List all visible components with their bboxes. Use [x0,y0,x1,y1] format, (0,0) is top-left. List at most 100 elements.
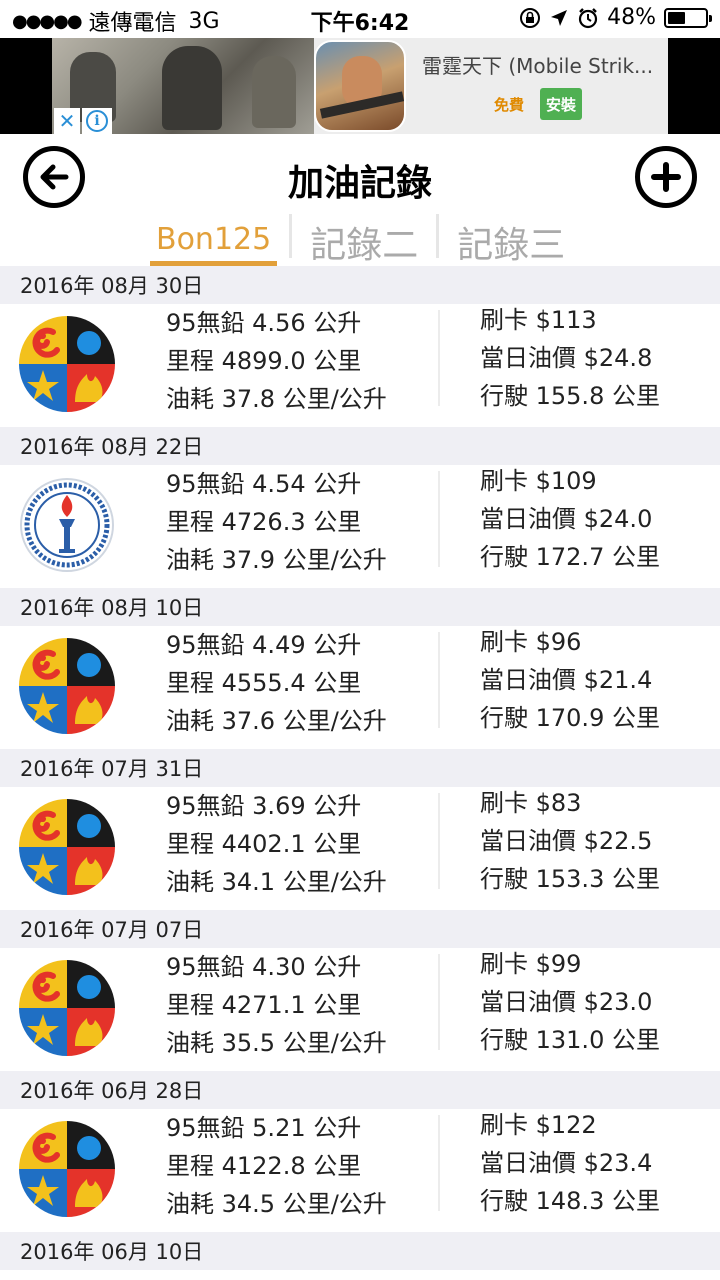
battery-fill [668,11,686,24]
ad-app-icon[interactable] [314,40,406,132]
record-left-column: 95無鉛 3.69 公升 里程 4402.1 公里 油耗 34.1 公里/公升 [166,787,387,901]
alarm-clock-icon [578,7,598,28]
mileage: 里程 4726.3 公里 [166,508,362,536]
column-divider [438,471,440,567]
fuel-amount: 95無鉛 4.49 公升 [166,631,362,659]
status-right: 48% [519,5,712,30]
fuel-record[interactable]: 95無鉛 3.69 公升 里程 4402.1 公里 油耗 34.1 公里/公升 … [0,787,720,910]
tab-divider [289,214,293,258]
ad-photo-figure [252,56,296,128]
distance-driven: 行駛 172.7 公里 [480,543,660,571]
date-header: 2016年 08月 10日 [0,588,720,626]
date-header: 2016年 07月 07日 [0,910,720,948]
location-arrow-icon [551,9,568,26]
payment: 刷卡 $113 [480,306,597,334]
fuel-consumption: 油耗 37.9 公里/公升 [166,546,387,574]
daily-fuel-price: 當日油價 $23.0 [480,988,653,1016]
daily-fuel-price: 當日油價 $23.4 [480,1149,653,1177]
ad-close-icon[interactable]: ✕ [54,108,80,134]
column-divider [438,1115,440,1211]
distance-driven: 行駛 155.8 公里 [480,382,660,410]
mileage: 里程 4271.1 公里 [166,991,362,1019]
daily-fuel-price: 當日油價 $22.5 [480,827,653,855]
ad-photo-figure [162,46,222,130]
formosa-station-logo-icon [19,960,115,1056]
record-left-column: 95無鉛 5.21 公升 里程 4122.8 公里 油耗 34.5 公里/公升 [166,1109,387,1223]
record-left-column: 95無鉛 4.49 公升 里程 4555.4 公里 油耗 37.6 公里/公升 [166,626,387,740]
ad-info-icon[interactable]: i [82,108,112,134]
fuel-amount: 95無鉛 5.21 公升 [166,1114,362,1142]
column-divider [438,310,440,406]
record-right-column: 刷卡 $122 當日油價 $23.4 行駛 148.3 公里 [480,1106,660,1220]
payment: 刷卡 $99 [480,950,582,978]
fuel-record[interactable]: 95無鉛 4.30 公升 里程 4271.1 公里 油耗 35.5 公里/公升 … [0,948,720,1071]
record-right-column: 刷卡 $83 當日油價 $22.5 行駛 153.3 公里 [480,784,660,898]
ad-title[interactable]: 雷霆天下 (Mobile Strik... [422,50,653,79]
fuel-amount: 95無鉛 4.56 公升 [166,309,362,337]
distance-driven: 行駛 153.3 公里 [480,865,660,893]
distance-driven: 行駛 131.0 公里 [480,1026,660,1054]
fuel-record[interactable]: 95無鉛 4.49 公升 里程 4555.4 公里 油耗 37.6 公里/公升 … [0,626,720,749]
fuel-consumption: 油耗 34.1 公里/公升 [166,868,387,896]
daily-fuel-price: 當日油價 $21.4 [480,666,653,694]
mileage: 里程 4402.1 公里 [166,830,362,858]
formosa-station-logo-icon [19,638,115,734]
mileage: 里程 4122.8 公里 [166,1152,362,1180]
record-left-column: 95無鉛 4.54 公升 里程 4726.3 公里 油耗 37.9 公里/公升 [166,465,387,579]
fuel-record[interactable]: 95無鉛 4.54 公升 里程 4726.3 公里 油耗 37.9 公里/公升 … [0,465,720,588]
date-header: 2016年 06月 28日 [0,1071,720,1109]
tab-record-2[interactable]: 記錄二 [304,210,424,266]
plus-icon [651,162,681,192]
fuel-amount: 95無鉛 3.69 公升 [166,792,362,820]
daily-fuel-price: 當日油價 $24.0 [480,505,653,533]
payment: 刷卡 $83 [480,789,582,817]
ad-free-label: 免費 [494,96,525,114]
record-tabs: Bon125 記錄二 記錄三 [150,210,571,266]
column-divider [438,793,440,889]
record-right-column: 刷卡 $113 當日油價 $24.8 行駛 155.8 公里 [480,301,660,415]
battery-percent: 48% [607,5,656,30]
fuel-record[interactable]: 95無鉛 5.21 公升 里程 4122.8 公里 油耗 34.5 公里/公升 … [0,1109,720,1232]
header: 加油記錄 Bon125 記錄二 記錄三 [0,134,720,266]
tab-bon125[interactable]: Bon125 [150,210,278,266]
fuel-amount: 95無鉛 4.54 公升 [166,470,362,498]
page-title: 加油記錄 [287,163,432,204]
rotation-lock-icon [520,7,541,28]
fuel-consumption: 油耗 37.8 公里/公升 [166,385,387,413]
ad-content[interactable]: 雷霆天下 (Mobile Strik... 免費 安裝 [52,38,668,134]
fuel-consumption: 油耗 34.5 公里/公升 [166,1190,387,1218]
ad-info-label: i [86,110,108,132]
distance-driven: 行駛 148.3 公里 [480,1187,660,1215]
record-right-column: 刷卡 $99 當日油價 $23.0 行駛 131.0 公里 [480,945,660,1059]
status-bar: ●●●●● 遠傳電信 3G 下午6:42 48% [0,0,720,38]
daily-fuel-price: 當日油價 $24.8 [480,344,653,372]
ad-banner[interactable]: 雷霆天下 (Mobile Strik... 免費 安裝 ✕ i [0,38,720,134]
tab-divider [436,214,440,258]
mileage: 里程 4899.0 公里 [166,347,362,375]
fuel-amount: 95無鉛 4.30 公升 [166,953,362,981]
distance-driven: 行駛 170.9 公里 [480,704,660,732]
date-header: 2016年 07月 31日 [0,749,720,787]
tab-record-3[interactable]: 記錄三 [451,210,571,266]
date-header: 2016年 08月 30日 [0,266,720,304]
date-header: 2016年 06月 10日 [0,1232,720,1270]
cpc-station-logo-icon [19,477,115,573]
ad-install-button[interactable]: 安裝 [540,88,582,120]
column-divider [438,954,440,1050]
payment: 刷卡 $122 [480,1111,597,1139]
record-left-column: 95無鉛 4.56 公升 里程 4899.0 公里 油耗 37.8 公里/公升 [166,304,387,418]
record-right-column: 刷卡 $96 當日油價 $21.4 行駛 170.9 公里 [480,623,660,737]
mileage: 里程 4555.4 公里 [166,669,362,697]
formosa-station-logo-icon [19,316,115,412]
payment: 刷卡 $96 [480,628,582,656]
formosa-station-logo-icon [19,1121,115,1217]
formosa-station-logo-icon [19,799,115,895]
add-record-button[interactable] [635,146,697,208]
fuel-record[interactable]: 95無鉛 4.56 公升 里程 4899.0 公里 油耗 37.8 公里/公升 … [0,304,720,427]
column-divider [438,632,440,728]
payment: 刷卡 $109 [480,467,597,495]
record-left-column: 95無鉛 4.30 公升 里程 4271.1 公里 油耗 35.5 公里/公升 [166,948,387,1062]
fuel-record-list[interactable]: 2016年 08月 30日 95無鉛 4.56 公升 里程 4899.0 公里 … [0,266,720,1270]
fuel-consumption: 油耗 37.6 公里/公升 [166,707,387,735]
fuel-consumption: 油耗 35.5 公里/公升 [166,1029,387,1057]
